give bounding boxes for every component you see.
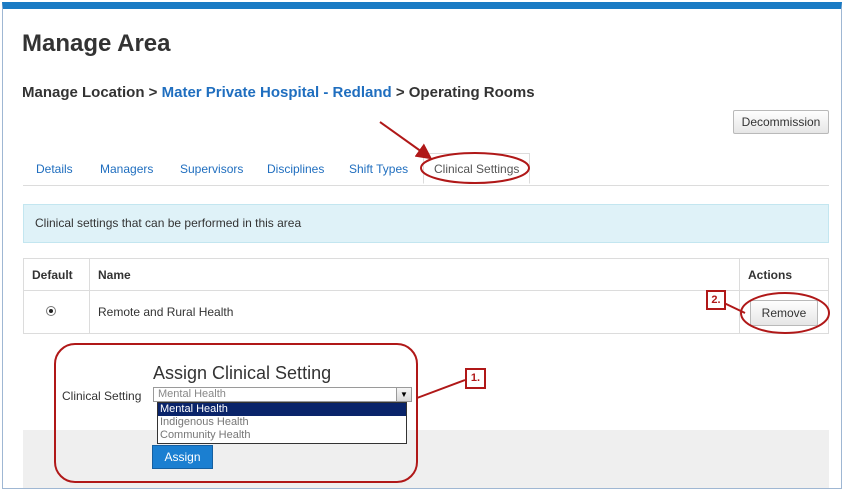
highlight-clinical-tab [420,152,530,184]
arrow-to-clinical-tab [379,121,433,160]
callout-2: 2. [706,290,726,310]
annotation-layer [54,121,830,483]
callout-1: 1. [465,368,486,389]
highlight-remove-button [740,292,830,334]
callout1-connector [416,379,466,399]
highlight-assign-section [54,343,418,483]
